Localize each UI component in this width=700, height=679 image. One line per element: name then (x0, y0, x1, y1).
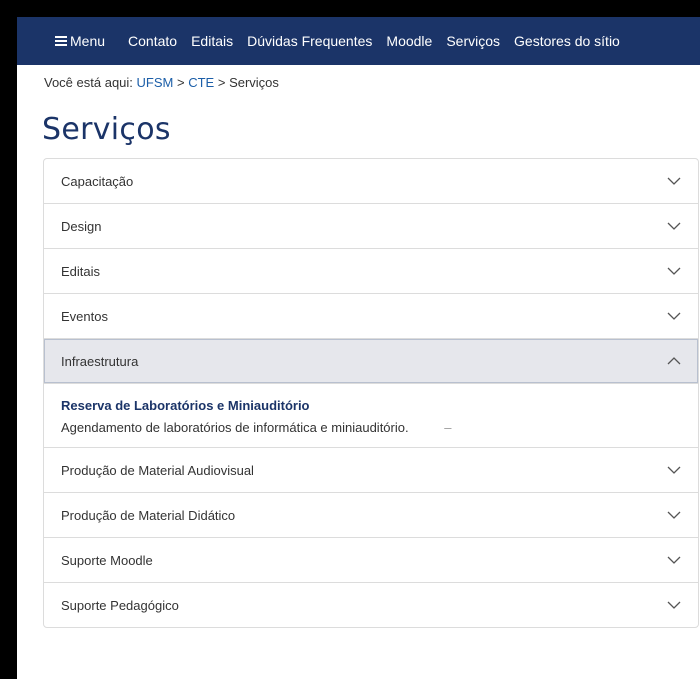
nav-link-servicos[interactable]: Serviços (446, 33, 500, 49)
breadcrumb-separator: > (217, 75, 226, 90)
breadcrumb: Você está aqui: UFSM > CTE > Serviços (44, 75, 279, 90)
menu-label: Menu (70, 33, 106, 49)
accordion-label: Eventos (61, 308, 108, 324)
accordion-header-design[interactable]: Design (44, 204, 698, 248)
accordion-header-eventos[interactable]: Eventos (44, 294, 698, 338)
breadcrumb-separator: > (177, 75, 185, 90)
accordion-label: Infraestrutura (61, 353, 139, 369)
menu-button[interactable]: Menu (55, 33, 105, 49)
accordion-header-suporte-pedagogico[interactable]: Suporte Pedagógico (44, 583, 698, 627)
chevron-down-icon (667, 312, 681, 320)
window-frame-top (0, 0, 700, 17)
accordion-item-eventos: Eventos (44, 294, 698, 339)
service-description: Agendamento de laboratórios de informáti… (61, 420, 681, 435)
accordion-item-producao-audiovisual: Produção de Material Audiovisual (44, 448, 698, 493)
accordion-item-suporte-moodle: Suporte Moodle (44, 538, 698, 583)
chevron-down-icon (667, 601, 681, 609)
service-link-reserva-laboratorios[interactable]: Reserva de Laboratórios e Miniauditório (61, 398, 681, 413)
nav-link-contato[interactable]: Contato (128, 33, 177, 49)
breadcrumb-prefix: Você está aqui: (44, 75, 133, 90)
chevron-down-icon (667, 177, 681, 185)
service-description-text: Agendamento de laboratórios de informáti… (61, 420, 409, 435)
breadcrumb-current: Serviços (229, 75, 279, 90)
nav-link-gestores[interactable]: Gestores do sítio (514, 33, 620, 49)
accordion-header-producao-didatico[interactable]: Produção de Material Didático (44, 493, 698, 537)
accordion-label: Suporte Moodle (61, 552, 153, 568)
hamburger-icon (55, 34, 67, 48)
services-accordion: Capacitação Design Editais Eventos Infra… (43, 158, 699, 628)
accordion-panel-infraestrutura: Reserva de Laboratórios e Miniauditório … (44, 383, 698, 447)
nav-link-moodle[interactable]: Moodle (386, 33, 432, 49)
nav-link-editais[interactable]: Editais (191, 33, 233, 49)
chevron-up-icon (667, 357, 681, 365)
trailing-mark: – (444, 420, 452, 435)
chevron-down-icon (667, 222, 681, 230)
breadcrumb-link-cte[interactable]: CTE (188, 75, 214, 90)
accordion-item-editais: Editais (44, 249, 698, 294)
breadcrumb-link-ufsm[interactable]: UFSM (137, 75, 174, 90)
accordion-label: Produção de Material Didático (61, 507, 236, 523)
window-frame-left (0, 0, 17, 679)
chevron-down-icon (667, 267, 681, 275)
accordion-item-capacitacao: Capacitação (44, 159, 698, 204)
nav-link-duvidas-frequentes[interactable]: Dúvidas Frequentes (247, 33, 372, 49)
accordion-header-suporte-moodle[interactable]: Suporte Moodle (44, 538, 698, 582)
accordion-header-infraestrutura[interactable]: Infraestrutura (44, 339, 698, 383)
accordion-header-capacitacao[interactable]: Capacitação (44, 159, 698, 203)
top-navigation: Menu Contato Editais Dúvidas Frequentes … (17, 17, 700, 65)
page-title: Serviços (42, 112, 171, 147)
accordion-header-editais[interactable]: Editais (44, 249, 698, 293)
accordion-label: Design (61, 218, 102, 234)
accordion-label: Capacitação (61, 173, 134, 189)
chevron-down-icon (667, 511, 681, 519)
accordion-item-infraestrutura: Infraestrutura Reserva de Laboratórios e… (44, 339, 698, 448)
chevron-down-icon (667, 556, 681, 564)
accordion-item-design: Design (44, 204, 698, 249)
accordion-label: Editais (61, 263, 101, 279)
accordion-item-producao-didatico: Produção de Material Didático (44, 493, 698, 538)
accordion-label: Suporte Pedagógico (61, 597, 179, 613)
accordion-label: Produção de Material Audiovisual (61, 462, 254, 478)
chevron-down-icon (667, 466, 681, 474)
accordion-item-suporte-pedagogico: Suporte Pedagógico (44, 583, 698, 627)
accordion-header-producao-audiovisual[interactable]: Produção de Material Audiovisual (44, 448, 698, 492)
